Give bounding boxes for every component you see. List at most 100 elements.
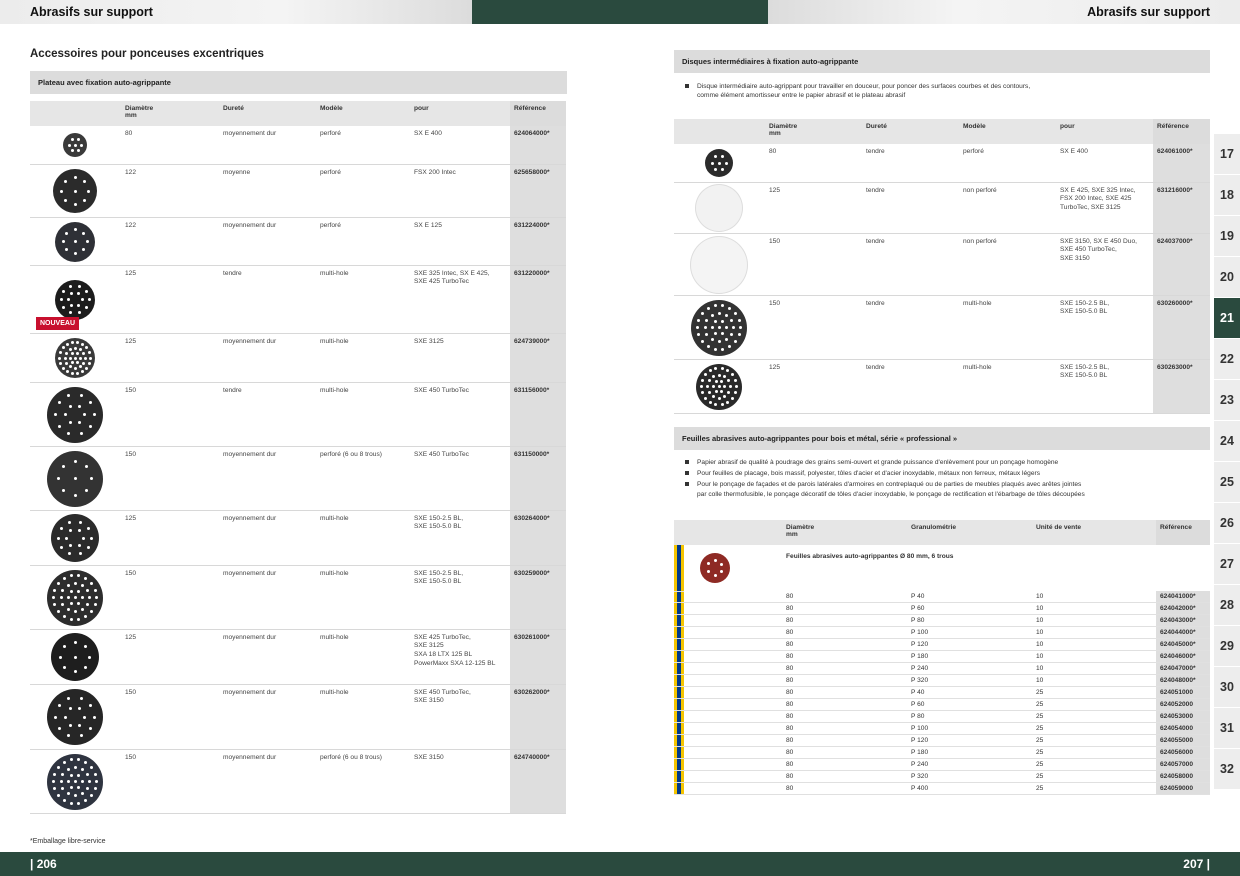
chapter-tab-20[interactable]: 20 [1214,257,1240,298]
stripe-cell [674,614,684,628]
hole [65,231,68,235]
cell-durete: moyennement dur [219,749,316,814]
cell-reference: 624052000 [1156,698,1210,712]
hole [56,536,60,540]
hole [80,767,84,771]
stripe-blue [677,747,681,759]
hole [739,326,743,329]
hole [723,385,727,388]
chapter-tab-28[interactable]: 28 [1214,585,1240,626]
chapter-tab-29[interactable]: 29 [1214,626,1240,667]
hole [57,424,61,428]
hole [73,582,77,585]
hole [73,202,77,206]
hole [724,338,728,342]
chapter-tab-32[interactable]: 32 [1214,749,1240,790]
hole [64,180,68,184]
disc-image [696,363,742,410]
hole [78,552,82,556]
hole [73,610,77,613]
hole [65,370,69,373]
cell-durete: tendre [862,295,959,360]
cell-reference: 630259000* [510,565,566,630]
cell-reference: 624048000* [1156,674,1210,688]
hole [724,326,728,329]
disc-image [55,221,95,262]
chapter-tab-25[interactable]: 25 [1214,462,1240,503]
hole [61,603,65,606]
cell-granulometrie: P 180 [907,650,1032,664]
hole [51,596,55,599]
header-image-cell [30,101,121,126]
cell-unite: 10 [1032,614,1156,628]
col-diametre: Diamètre mm [765,119,862,144]
chapter-tab-24[interactable]: 24 [1214,421,1240,462]
image-cell [684,626,782,640]
hole [705,333,709,336]
chapter-tab-21[interactable]: 21 [1214,298,1240,339]
hole [714,389,718,393]
hole [726,369,730,373]
hole [727,390,731,394]
chapter-tab-23[interactable]: 23 [1214,380,1240,421]
hole [73,176,77,180]
cell-modele: multi-hole [316,510,410,566]
table-row: 80 P 60 25 624052000 [674,698,1210,712]
hole [77,304,80,308]
hole [73,780,77,783]
hole [68,365,72,369]
cell-pour: FSX 200 Intec [410,164,510,218]
image-cell [684,710,782,724]
hole [65,248,68,252]
hole [711,375,715,379]
chapter-tab-31[interactable]: 31 [1214,708,1240,749]
chapter-tab-26[interactable]: 26 [1214,503,1240,544]
stripe-cell [674,674,684,688]
image-cell [674,182,765,234]
hole [703,326,707,329]
hole [76,138,80,142]
hole [73,143,77,147]
bullet-item: Papier abrasif de qualité à poudrage des… [685,458,1210,467]
nouveau-badge: NOUVEAU [36,316,80,330]
cell-pour: SX E 400 [1056,144,1153,183]
cell-reference: 631224000* [510,217,566,266]
hole [70,304,73,308]
hole [93,715,97,719]
hole [81,231,85,235]
table-row: 80 P 80 25 624053000 [674,710,1210,724]
table-row: 80 P 80 10 624043000* [674,614,1210,628]
hole [62,614,66,618]
table-row: 80 P 320 25 624058000 [674,770,1210,784]
hole [73,493,77,497]
chapter-tabs: 17 18 19 20 21 22 23 24 25 26 27 28 29 30 31 32 [1214,134,1240,790]
hole [717,373,721,377]
hole [78,520,82,524]
hole [710,313,714,317]
image-cell [30,333,121,383]
table-row: 80 P 100 25 624054000 [674,722,1210,736]
cell-reference: 631156000* [510,382,566,447]
hole [69,543,73,547]
cell-unite: 25 [1032,734,1156,748]
hole [724,161,728,165]
image-cell [684,722,782,736]
chapter-tab-22[interactable]: 22 [1214,339,1240,380]
header-left-title: Abrasifs sur support [30,5,153,19]
cell-pour: SX E 400 [410,126,510,165]
chapter-tab-30[interactable]: 30 [1214,667,1240,708]
chapter-tab-17[interactable]: 17 [1214,134,1240,175]
cell-reference: 624053000 [1156,710,1210,724]
hole [76,352,79,356]
hole [77,758,81,762]
hole [65,342,69,346]
hole [710,338,714,342]
chapter-tab-27[interactable]: 27 [1214,544,1240,585]
cell-pour: SXE 425 TurboTec, SXE 3125 SXA 18 LTX 12… [410,629,510,685]
chapter-tab-19[interactable]: 19 [1214,216,1240,257]
cell-durete: moyenne [219,164,316,218]
chapter-tab-18[interactable]: 18 [1214,175,1240,216]
hole [73,240,77,243]
disc-image [47,386,103,443]
cell-granulometrie: P 40 [907,686,1032,700]
